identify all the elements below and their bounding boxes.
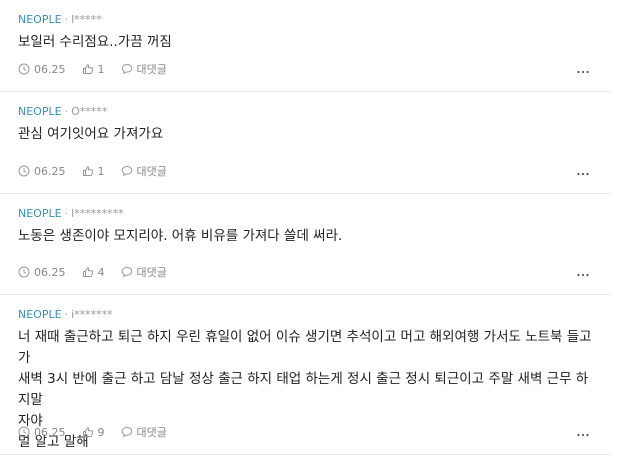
like-button[interactable]: 9 bbox=[82, 426, 105, 439]
reply-button[interactable]: 대댓글 bbox=[121, 61, 167, 77]
comment-meta: 06.25 1 대댓글 bbox=[18, 61, 183, 77]
more-options-button[interactable] bbox=[574, 268, 592, 282]
comment-meta: 06.25 1 대댓글 bbox=[18, 163, 183, 179]
comment-date-text: 06.25 bbox=[34, 164, 66, 178]
thumbs-up-icon bbox=[82, 166, 93, 176]
comment-date: 06.25 bbox=[18, 165, 66, 178]
comment-text-line: 새벽 3시 반에 출근 하고 담날 정상 출근 하지 태업 하는게 정시 출근 … bbox=[18, 371, 589, 408]
more-dots-icon bbox=[577, 70, 589, 74]
comment-date-text: 06.25 bbox=[34, 265, 66, 279]
comment-user-id: l********* bbox=[71, 207, 124, 220]
comment-user-id: O***** bbox=[71, 105, 108, 118]
thumbs-up-icon bbox=[82, 267, 93, 277]
author-separator: · bbox=[64, 207, 69, 220]
author-separator: · bbox=[64, 308, 69, 321]
more-options-button[interactable] bbox=[574, 428, 592, 442]
speech-bubble-icon bbox=[121, 427, 132, 437]
comment-text-line: 보일러 수리점요..가끔 꺼짐 bbox=[18, 34, 172, 50]
like-count: 9 bbox=[97, 425, 105, 439]
like-button[interactable]: 1 bbox=[82, 63, 105, 76]
comment-date: 06.25 bbox=[18, 63, 66, 76]
like-count: 1 bbox=[97, 62, 105, 76]
like-count: 1 bbox=[97, 164, 105, 178]
comment-author-name[interactable]: NEOPLE bbox=[18, 105, 62, 118]
comment-meta: 06.25 4 대댓글 bbox=[18, 264, 183, 280]
comment-user-id: i******* bbox=[71, 308, 113, 321]
reply-button[interactable]: 대댓글 bbox=[121, 424, 167, 440]
thumbs-up-icon bbox=[82, 64, 93, 74]
comment-author-name[interactable]: NEOPLE bbox=[18, 13, 62, 26]
comment-date: 06.25 bbox=[18, 266, 66, 279]
reply-label: 대댓글 bbox=[136, 63, 167, 76]
more-dots-icon bbox=[577, 172, 589, 176]
comment-author-line: NEOPLE · l***** bbox=[18, 13, 102, 27]
reply-button[interactable]: 대댓글 bbox=[121, 163, 167, 179]
author-separator: · bbox=[64, 105, 69, 118]
like-count: 4 bbox=[97, 265, 105, 279]
reply-label: 대댓글 bbox=[136, 426, 167, 439]
clock-icon bbox=[18, 165, 30, 177]
speech-bubble-icon bbox=[121, 267, 132, 277]
comment-body: 노동은 생존이야 모지리야. 어휴 비유를 가져다 쓸데 써라. bbox=[18, 226, 598, 247]
comment-date-text: 06.25 bbox=[34, 425, 66, 439]
like-button[interactable]: 4 bbox=[82, 266, 105, 279]
comment-author-line: NEOPLE · i******* bbox=[18, 308, 113, 322]
clock-icon bbox=[18, 266, 30, 278]
comment-meta: 06.25 9 대댓글 bbox=[18, 424, 183, 440]
clock-icon bbox=[18, 63, 30, 75]
comment-text-line: 너 재때 출근하고 퇴근 하지 우린 휴일이 없어 이슈 생기면 추석이고 머고… bbox=[18, 329, 592, 366]
comment-author-line: NEOPLE · l********* bbox=[18, 207, 124, 221]
reply-label: 대댓글 bbox=[136, 165, 167, 178]
reply-label: 대댓글 bbox=[136, 266, 167, 279]
author-separator: · bbox=[64, 13, 69, 26]
comment-text-line: 노동은 생존이야 모지리야. 어휴 비유를 가져다 쓸데 써라. bbox=[18, 228, 343, 244]
comment-body: 보일러 수리점요..가끔 꺼짐 bbox=[18, 32, 598, 53]
comment-user-id: l***** bbox=[71, 13, 102, 26]
comment-item: NEOPLE · l********* 노동은 생존이야 모지리야. 어휴 비유를 … bbox=[0, 194, 610, 295]
comment-body: 관심 여기잇어요 가져가요 bbox=[18, 124, 598, 145]
comment-author-name[interactable]: NEOPLE bbox=[18, 207, 62, 220]
thumbs-up-icon bbox=[82, 427, 93, 437]
comment-text-line: 관심 여기잇어요 가져가요 bbox=[18, 126, 164, 142]
comment-item: NEOPLE · O***** 관심 여기잇어요 가져가요 06.25 1 대댓글 bbox=[0, 92, 610, 194]
speech-bubble-icon bbox=[121, 64, 132, 74]
more-options-button[interactable] bbox=[574, 65, 592, 79]
comment-author-line: NEOPLE · O***** bbox=[18, 105, 107, 119]
comment-author-name[interactable]: NEOPLE bbox=[18, 308, 62, 321]
comment-date: 06.25 bbox=[18, 426, 66, 439]
like-button[interactable]: 1 bbox=[82, 165, 105, 178]
clock-icon bbox=[18, 426, 30, 438]
comment-date-text: 06.25 bbox=[34, 62, 66, 76]
more-options-button[interactable] bbox=[574, 167, 592, 181]
comment-item: NEOPLE · l***** 보일러 수리점요..가끔 꺼짐 06.25 1 대댓… bbox=[0, 0, 610, 92]
speech-bubble-icon bbox=[121, 166, 132, 176]
comment-list: NEOPLE · l***** 보일러 수리점요..가끔 꺼짐 06.25 1 대댓… bbox=[0, 0, 610, 455]
reply-button[interactable]: 대댓글 bbox=[121, 264, 167, 280]
more-dots-icon bbox=[577, 433, 589, 437]
comment-item: NEOPLE · i******* 너 재때 출근하고 퇴근 하지 우린 휴일이 없… bbox=[0, 295, 610, 455]
more-dots-icon bbox=[577, 273, 589, 277]
